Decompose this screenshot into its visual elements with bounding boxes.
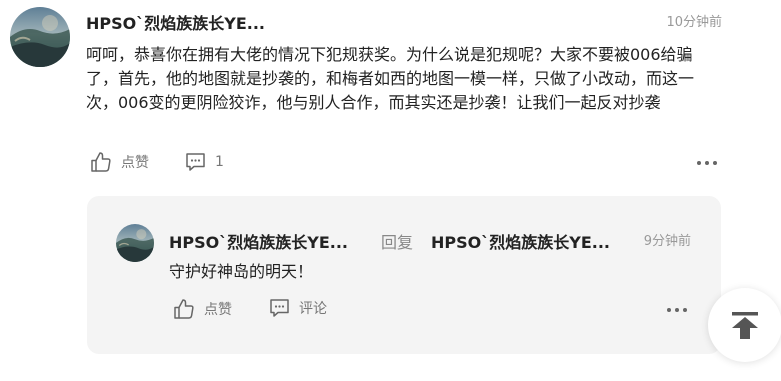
comment-text: 呵呵，恭喜你在拥有大佬的情况下犯规获奖。为什么说是犯规呢？大家不要被006给骗了…	[86, 45, 695, 112]
reply-comment-button[interactable]: 评论	[269, 298, 327, 318]
comment-bubble-icon	[270, 299, 289, 317]
back-to-top-icon	[732, 312, 758, 339]
reply-avatar-image	[116, 224, 154, 262]
comment-timestamp: 10分钟前	[666, 15, 722, 30]
thumbs-up-icon	[91, 152, 111, 172]
avatar[interactable]	[10, 7, 70, 67]
avatar-image	[10, 7, 70, 67]
back-to-top-button[interactable]	[708, 288, 781, 362]
reply-comment-label: 评论	[299, 301, 327, 317]
reply-like-button[interactable]: 点赞	[173, 298, 232, 320]
like-label: 点赞	[121, 155, 149, 171]
comment-bubble-icon	[186, 153, 205, 171]
reply-like-label: 点赞	[204, 302, 232, 318]
reply-word: 回复	[381, 233, 414, 252]
reply-count-button[interactable]: 1	[185, 152, 224, 172]
reply-username[interactable]: HPSO`烈焰族族长YE...	[169, 229, 348, 253]
reply-avatar[interactable]	[116, 224, 154, 262]
reply-target-username[interactable]: HPSO`烈焰族族长YE...	[431, 229, 610, 253]
thumbs-up-icon	[174, 299, 194, 319]
like-button[interactable]: 点赞	[90, 151, 149, 173]
more-dots-icon[interactable]	[667, 307, 687, 313]
more-dots-icon[interactable]	[697, 160, 717, 166]
reply-count: 1	[215, 154, 224, 170]
reply-timestamp: 9分钟前	[643, 234, 691, 249]
reply-text: 守护好神岛的明天！	[169, 262, 314, 281]
comment-username[interactable]: HPSO`烈焰族族长YE...	[86, 10, 265, 34]
